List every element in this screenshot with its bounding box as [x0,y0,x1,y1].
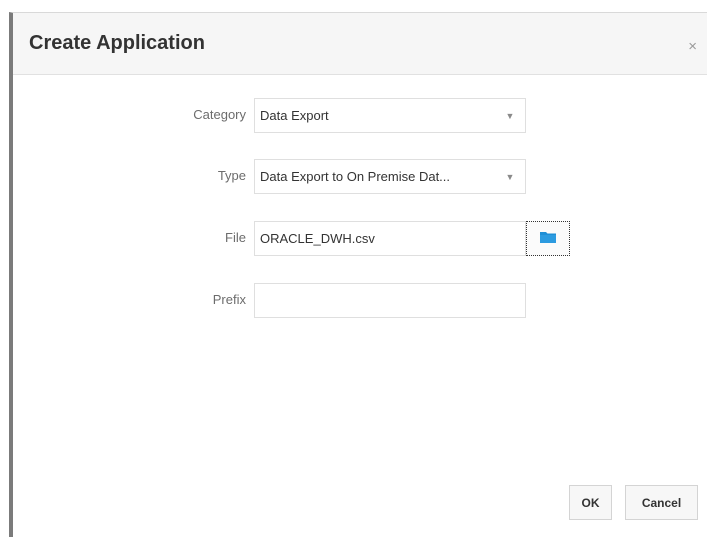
type-select[interactable]: Data Export to On Premise Dat... ▼ [254,159,526,194]
type-label: Type [217,168,246,183]
category-select-value: Data Export [260,108,329,123]
category-select[interactable]: Data Export ▼ [254,98,526,133]
chevron-down-icon: ▼ [505,110,515,121]
prefix-input[interactable] [254,283,526,318]
chevron-down-icon: ▼ [505,171,515,182]
folder-icon-svg [540,231,556,243]
file-input[interactable]: ORACLE_DWH.csv [254,221,526,256]
file-label: File [225,230,246,245]
close-icon[interactable]: × [688,39,697,54]
type-select-value: Data Export to On Premise Dat... [260,169,451,184]
folder-icon [540,230,556,248]
create-application-dialog: Create Application × Category Data Expor… [9,12,707,537]
file-input-value: ORACLE_DWH.csv [260,231,375,246]
browse-file-button[interactable] [526,221,570,256]
cancel-button[interactable]: Cancel [625,485,698,520]
dialog-title: Create Application [29,32,205,54]
prefix-label: Prefix [212,292,246,307]
dialog-header: Create Application × [13,13,707,75]
ok-button[interactable]: OK [569,485,612,520]
category-label: Category [193,107,246,122]
